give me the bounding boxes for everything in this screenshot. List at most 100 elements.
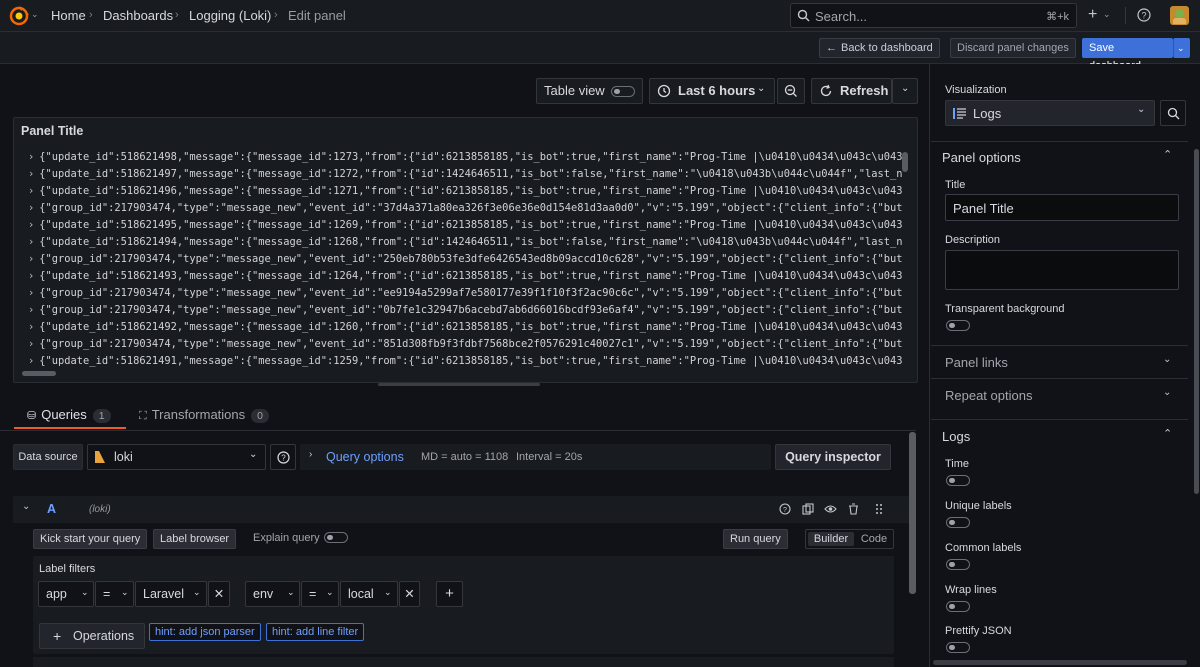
- discard-panel-changes-button[interactable]: Discard panel changes: [950, 38, 1076, 58]
- expand-row-chevron-icon[interactable]: ›: [28, 219, 34, 231]
- data-source-picker[interactable]: loki ⌄: [87, 444, 266, 470]
- logs-options-heading[interactable]: Logs: [942, 429, 970, 444]
- table-view-toggle[interactable]: Table view: [536, 78, 643, 104]
- expand-row-chevron-icon[interactable]: ›: [28, 236, 34, 248]
- description-textarea[interactable]: [945, 250, 1179, 290]
- options-horizontal-scrollbar[interactable]: [933, 660, 1187, 665]
- label-filter-value-laravel[interactable]: Laravel ⌄: [135, 581, 207, 607]
- log-row[interactable]: › {"group_id":217903474,"type":"message_n…: [28, 253, 903, 265]
- duplicate-icon[interactable]: [802, 503, 814, 515]
- expand-row-chevron-icon[interactable]: ›: [28, 338, 34, 350]
- avatar[interactable]: [1170, 6, 1189, 25]
- breadcrumb-dashboards[interactable]: Dashboards: [103, 8, 173, 23]
- toggle-switch[interactable]: [611, 86, 635, 97]
- log-row[interactable]: › {"group_id":217903474,"type":"message_n…: [28, 304, 903, 316]
- expand-row-chevron-icon[interactable]: ›: [28, 355, 34, 367]
- query-ref-id[interactable]: A: [47, 502, 56, 516]
- data-source-help-button[interactable]: ?: [270, 444, 296, 470]
- query-options-bar[interactable]: › Query options MD = auto = 1108 Interva…: [300, 444, 771, 470]
- wrap-lines-toggle[interactable]: [946, 601, 970, 612]
- expand-row-chevron-icon[interactable]: ›: [28, 321, 34, 333]
- pane-resize-handle[interactable]: [378, 383, 540, 386]
- save-dashboard-button[interactable]: Save dashboard: [1082, 38, 1173, 72]
- log-row[interactable]: › {"group_id":217903474,"type":"message_n…: [28, 338, 903, 350]
- label-browser-button[interactable]: Label browser: [153, 529, 237, 549]
- expand-row-chevron-icon[interactable]: ›: [28, 185, 34, 197]
- expand-row-chevron-icon[interactable]: ›: [28, 168, 34, 180]
- remove-filter-close-icon[interactable]: ✕: [208, 581, 230, 607]
- log-row[interactable]: › {"update_id":518621497,"message":{"mess…: [28, 168, 903, 180]
- label-filter-value-local[interactable]: local ⌄: [340, 581, 398, 607]
- chevron-down-icon[interactable]: ⌄: [1163, 387, 1171, 398]
- label-filter-key-app[interactable]: app ⌄: [38, 581, 94, 607]
- options-search-button[interactable]: [1160, 100, 1186, 126]
- log-row[interactable]: › {"update_id":518621496,"message":{"mess…: [28, 185, 903, 197]
- prettify-json-toggle[interactable]: [946, 642, 970, 653]
- add-operations-button[interactable]: + Operations: [39, 623, 145, 649]
- back-to-dashboard-button[interactable]: ← Back to dashboard: [819, 38, 940, 58]
- remove-filter-close-icon[interactable]: ✕: [399, 581, 420, 607]
- chevron-up-icon[interactable]: ⌃: [1163, 427, 1172, 440]
- label-filter-operator[interactable]: = ⌄: [95, 581, 134, 607]
- breadcrumb-logging[interactable]: Logging (Loki): [189, 8, 271, 23]
- chevron-up-icon[interactable]: ⌃: [1163, 148, 1172, 161]
- grafana-logo-icon[interactable]: [9, 6, 29, 26]
- expand-row-chevron-icon[interactable]: ›: [28, 304, 34, 316]
- run-query-button[interactable]: Run query: [723, 529, 788, 549]
- query-scrollbar-thumb[interactable]: [909, 432, 916, 594]
- expand-row-chevron-icon[interactable]: ›: [28, 253, 34, 265]
- log-row[interactable]: › {"group_id":217903474,"type":"message_n…: [28, 287, 903, 299]
- visualization-picker[interactable]: Logs ⌄: [945, 100, 1155, 126]
- help-icon[interactable]: ?: [779, 503, 791, 515]
- breadcrumb-home[interactable]: Home: [51, 8, 86, 23]
- collapse-chevron-icon[interactable]: ⌄: [22, 501, 30, 512]
- transparent-background-toggle[interactable]: [946, 320, 970, 331]
- log-row[interactable]: › {"group_id":217903474,"type":"message_n…: [28, 202, 903, 214]
- label-filter-operator[interactable]: = ⌄: [301, 581, 339, 607]
- explain-query-toggle[interactable]: [324, 532, 348, 543]
- tab-queries[interactable]: ⛁ Queries 1: [27, 407, 111, 423]
- refresh-button[interactable]: Refresh: [811, 78, 892, 104]
- refresh-interval-dropdown[interactable]: ⌄: [892, 78, 918, 104]
- hint-line-filter-button[interactable]: hint: add line filter: [266, 623, 365, 641]
- drag-handle-icon[interactable]: [875, 503, 883, 515]
- chevron-down-icon[interactable]: ⌄: [31, 9, 39, 20]
- log-row[interactable]: › {"update_id":518621494,"message":{"mess…: [28, 236, 903, 248]
- eye-icon[interactable]: [824, 503, 837, 515]
- hint-json-parser-button[interactable]: hint: add json parser: [149, 623, 261, 641]
- code-mode-button[interactable]: Code: [856, 532, 892, 546]
- label-filter-key-env[interactable]: env ⌄: [245, 581, 300, 607]
- add-icon[interactable]: +: [1088, 6, 1097, 24]
- expand-row-chevron-icon[interactable]: ›: [28, 287, 34, 299]
- builder-mode-button[interactable]: Builder: [808, 532, 854, 546]
- chevron-down-icon[interactable]: ⌄: [1103, 9, 1111, 20]
- common-labels-toggle[interactable]: [946, 559, 970, 570]
- log-scrollbar-thumb[interactable]: [902, 152, 908, 172]
- save-options-dropdown[interactable]: ⌄: [1173, 38, 1190, 58]
- panel-title-input[interactable]: Panel Title: [945, 194, 1179, 221]
- options-scrollbar-thumb[interactable]: [1194, 149, 1199, 494]
- zoom-out-button[interactable]: [777, 78, 805, 104]
- expand-row-chevron-icon[interactable]: ›: [28, 151, 34, 163]
- search-input[interactable]: Search... ⌘+k: [790, 3, 1077, 28]
- repeat-options-heading[interactable]: Repeat options: [945, 388, 1032, 403]
- log-row[interactable]: › {"update_id":518621495,"message":{"mess…: [28, 219, 903, 231]
- kick-start-query-button[interactable]: Kick start your query: [33, 529, 148, 549]
- tab-transformations[interactable]: ⛶ Transformations 0: [139, 407, 269, 423]
- time-range-picker[interactable]: Last 6 hours ⌄: [649, 78, 775, 104]
- log-row[interactable]: › {"update_id":518621491,"message":{"mess…: [28, 355, 903, 367]
- log-horizontal-scrollbar[interactable]: [22, 371, 56, 376]
- unique-labels-toggle[interactable]: [946, 517, 970, 528]
- panel-options-heading[interactable]: Panel options: [942, 150, 1021, 165]
- log-row[interactable]: › {"update_id":518621493,"message":{"mess…: [28, 270, 903, 282]
- help-icon[interactable]: ?: [1137, 8, 1151, 22]
- chevron-down-icon[interactable]: ⌄: [1163, 354, 1171, 365]
- trash-icon[interactable]: [848, 503, 859, 515]
- time-option-toggle[interactable]: [946, 475, 970, 486]
- log-row[interactable]: › {"update_id":518621498,"message":{"mess…: [28, 151, 903, 163]
- expand-row-chevron-icon[interactable]: ›: [28, 270, 34, 282]
- expand-row-chevron-icon[interactable]: ›: [28, 202, 34, 214]
- add-filter-plus-icon[interactable]: +: [436, 581, 463, 607]
- panel-links-heading[interactable]: Panel links: [945, 355, 1008, 370]
- log-row[interactable]: › {"update_id":518621492,"message":{"mess…: [28, 321, 903, 333]
